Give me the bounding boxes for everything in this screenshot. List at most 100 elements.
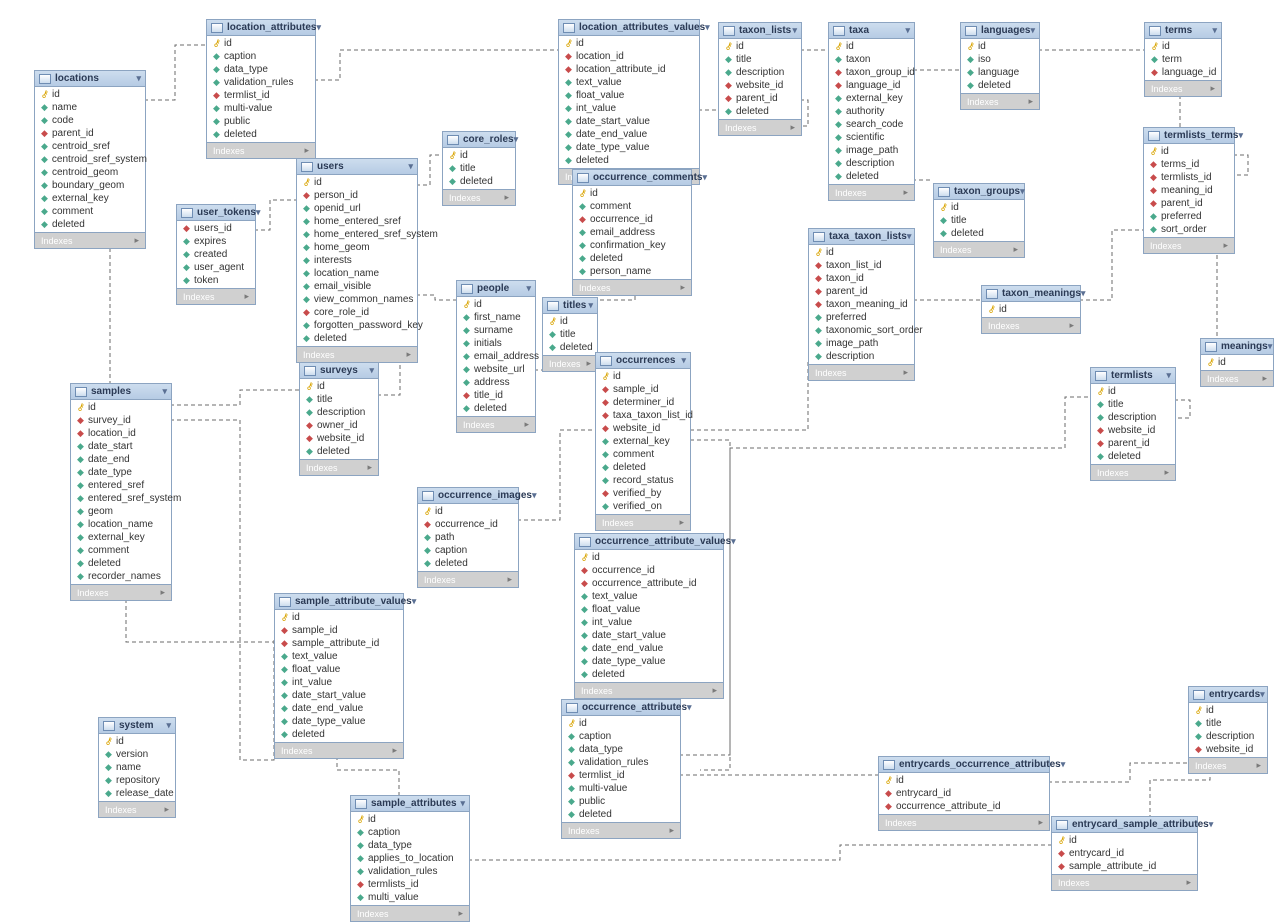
entity-header[interactable]: occurrence_images▾ (418, 488, 518, 504)
entity-header[interactable]: system▾ (99, 718, 175, 734)
entity-header[interactable]: termlists_terms▾ (1144, 128, 1234, 144)
column[interactable]: ◆comment (35, 205, 145, 218)
column[interactable]: ◆survey_id (71, 414, 171, 427)
entity-header[interactable]: taxon_meanings▾ (982, 286, 1080, 302)
indexes-section[interactable]: Indexes▸ (207, 142, 315, 158)
column[interactable]: ◆occurrence_attribute_id (879, 800, 1049, 813)
column[interactable]: ◆deleted (443, 175, 515, 188)
column[interactable]: ◆entrycard_id (879, 787, 1049, 800)
column[interactable]: ◆comment (596, 448, 690, 461)
column[interactable]: ◆surname (457, 324, 535, 337)
column[interactable]: ◆website_id (596, 422, 690, 435)
entity-taxon_lists[interactable]: taxon_lists▾⚷id◆title◆description◆websit… (718, 22, 802, 136)
entity-taxa_taxon_lists[interactable]: taxa_taxon_lists▾⚷id◆taxon_list_id◆taxon… (808, 228, 915, 381)
column[interactable]: ◆termlist_id (562, 769, 680, 782)
entity-occurrence_comments[interactable]: occurrence_comments▾⚷id◆comment◆occurren… (572, 169, 692, 296)
indexes-section[interactable]: Indexes▸ (575, 682, 723, 698)
column[interactable]: ◆deleted (559, 154, 699, 167)
entity-occurrences[interactable]: occurrences▾⚷id◆sample_id◆determiner_id◆… (595, 352, 691, 531)
column[interactable]: ◆title (543, 328, 597, 341)
column[interactable]: ◆home_entered_sref_system (297, 228, 417, 241)
column[interactable]: ◆deleted (207, 128, 315, 141)
column[interactable]: ◆website_id (300, 432, 378, 445)
column[interactable]: ◆entered_sref_system (71, 492, 171, 505)
entity-taxon_meanings[interactable]: taxon_meanings▾⚷idIndexes▸ (981, 285, 1081, 334)
column[interactable]: ⚷id (1052, 834, 1197, 847)
column[interactable]: ◆home_entered_sref (297, 215, 417, 228)
column[interactable]: ◆location_name (297, 267, 417, 280)
column[interactable]: ◆sample_attribute_id (1052, 860, 1197, 873)
entity-header[interactable]: sample_attribute_values▾ (275, 594, 403, 610)
column[interactable]: ◆centroid_sref_system (35, 153, 145, 166)
column[interactable]: ◆validation_rules (207, 76, 315, 89)
column[interactable]: ⚷id (809, 246, 914, 259)
column[interactable]: ◆language_id (829, 79, 914, 92)
column[interactable]: ◆float_value (275, 663, 403, 676)
entity-header[interactable]: meanings▾ (1201, 339, 1273, 355)
column[interactable]: ◆verified_on (596, 500, 690, 513)
entity-header[interactable]: core_roles▾ (443, 132, 515, 148)
entity-sample_attribute_values[interactable]: sample_attribute_values▾⚷id◆sample_id◆sa… (274, 593, 404, 759)
column[interactable]: ⚷id (961, 40, 1039, 53)
column[interactable]: ⚷id (573, 187, 691, 200)
indexes-section[interactable]: Indexes▸ (982, 317, 1080, 333)
entity-entrycards[interactable]: entrycards▾⚷id◆title◆description◆website… (1188, 686, 1268, 774)
entity-header[interactable]: samples▾ (71, 384, 171, 400)
column[interactable]: ⚷id (559, 37, 699, 50)
entity-sample_attributes[interactable]: sample_attributes▾⚷id◆caption◆data_type◆… (350, 795, 470, 922)
column[interactable]: ◆taxon_group_id (829, 66, 914, 79)
column[interactable]: ⚷id (71, 401, 171, 414)
entity-header[interactable]: entrycard_sample_attributes▾ (1052, 817, 1197, 833)
entity-people[interactable]: people▾⚷id◆first_name◆surname◆initials◆e… (456, 280, 536, 433)
column[interactable]: ⚷id (982, 303, 1080, 316)
indexes-section[interactable]: Indexes▸ (457, 416, 535, 432)
column[interactable]: ⚷id (1201, 356, 1273, 369)
entity-entrycards_occurrence_attributes[interactable]: entrycards_occurrence_attributes▾⚷id◆ent… (878, 756, 1050, 831)
column[interactable]: ◆person_name (573, 265, 691, 278)
column[interactable]: ⚷id (457, 298, 535, 311)
column[interactable]: ◆date_type_value (575, 655, 723, 668)
column[interactable]: ⚷id (297, 176, 417, 189)
column[interactable]: ◆caption (207, 50, 315, 63)
column[interactable]: ◆owner_id (300, 419, 378, 432)
indexes-section[interactable]: Indexes▸ (300, 459, 378, 475)
column[interactable]: ◆termlists_id (1144, 171, 1234, 184)
entity-occurrence_attribute_values[interactable]: occurrence_attribute_values▾⚷id◆occurren… (574, 533, 724, 699)
entity-user_tokens[interactable]: user_tokens▾◆users_id◆expires◆created◆us… (176, 204, 256, 305)
indexes-section[interactable]: Indexes▸ (562, 822, 680, 838)
indexes-section[interactable]: Indexes▸ (71, 584, 171, 600)
indexes-section[interactable]: Indexes▸ (1144, 237, 1234, 253)
column[interactable]: ◆location_id (71, 427, 171, 440)
column[interactable]: ◆confirmation_key (573, 239, 691, 252)
entity-languages[interactable]: languages▾⚷id◆iso◆language◆deletedIndexe… (960, 22, 1040, 110)
entity-surveys[interactable]: surveys▾⚷id◆title◆description◆owner_id◆w… (299, 362, 379, 476)
entity-header[interactable]: user_tokens▾ (177, 205, 255, 221)
column[interactable]: ◆float_value (559, 89, 699, 102)
column[interactable]: ◆date_type (71, 466, 171, 479)
column[interactable]: ◆code (35, 114, 145, 127)
indexes-section[interactable]: Indexes▸ (177, 288, 255, 304)
column[interactable]: ◆termlists_id (351, 878, 469, 891)
indexes-section[interactable]: Indexes▸ (573, 279, 691, 295)
column[interactable]: ◆external_key (829, 92, 914, 105)
column[interactable]: ◆date_type_value (275, 715, 403, 728)
entity-termlists_terms[interactable]: termlists_terms▾⚷id◆terms_id◆termlists_i… (1143, 127, 1235, 254)
column[interactable]: ◆scientific (829, 131, 914, 144)
column[interactable]: ◆description (1091, 411, 1175, 424)
column[interactable]: ⚷id (418, 505, 518, 518)
column[interactable]: ◆sort_order (1144, 223, 1234, 236)
column[interactable]: ◆int_value (559, 102, 699, 115)
column[interactable]: ◆date_start_value (575, 629, 723, 642)
column[interactable]: ⚷id (1145, 40, 1221, 53)
column[interactable]: ⚷id (719, 40, 801, 53)
entity-header[interactable]: termlists▾ (1091, 368, 1175, 384)
entity-header[interactable]: location_attributes▾ (207, 20, 315, 36)
column[interactable]: ◆deleted (573, 252, 691, 265)
column[interactable]: ◆image_path (809, 337, 914, 350)
entity-header[interactable]: entrycards▾ (1189, 687, 1267, 703)
column[interactable]: ⚷id (275, 611, 403, 624)
column[interactable]: ◆entrycard_id (1052, 847, 1197, 860)
column[interactable]: ◆occurrence_attribute_id (575, 577, 723, 590)
column[interactable]: ◆taxon_id (809, 272, 914, 285)
column[interactable]: ⚷id (1144, 145, 1234, 158)
